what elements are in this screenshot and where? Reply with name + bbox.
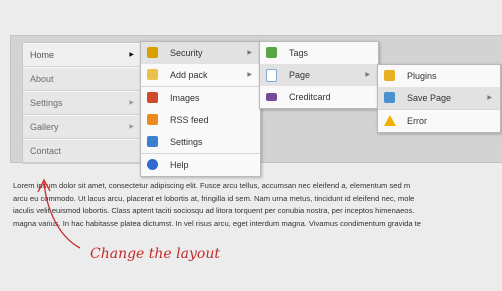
chevron-right-icon: ▶ [129, 100, 134, 106]
menu-item-security[interactable]: Security ▶ [141, 42, 260, 64]
menu-item-label: Plugins [407, 71, 437, 81]
nav-item-label: Home [30, 50, 55, 60]
lock-icon [147, 47, 158, 58]
submenu-page: Plugins Save Page ▶ Error [377, 64, 501, 133]
submenu-home: Security ▶ Add pack ▶ Images RSS feed Se… [140, 41, 261, 177]
nav-item-gallery[interactable]: Gallery ▶ [23, 115, 141, 139]
menu-item-add-pack[interactable]: Add pack ▶ [141, 64, 260, 86]
warning-icon [384, 115, 396, 126]
submenu-security: Tags Page ▶ Creditcard [259, 41, 379, 109]
folder-add-icon [147, 69, 158, 80]
paragraph-line: magna varius. In hac habitasse platea di… [13, 218, 422, 228]
chevron-right-icon: ▶ [129, 52, 134, 58]
menu-item-rss-feed[interactable]: RSS feed [141, 109, 260, 131]
main-nav: Home ▶ About Settings ▶ Gallery ▶ Contac… [22, 42, 142, 164]
nav-item-label: Gallery [30, 122, 59, 132]
menu-item-label: Images [170, 93, 200, 103]
menu-item-page[interactable]: Page ▶ [260, 64, 378, 86]
menu-item-plugins[interactable]: Plugins [378, 65, 500, 87]
menu-item-tags[interactable]: Tags [260, 42, 378, 64]
image-icon [147, 92, 158, 103]
page-icon [266, 69, 277, 82]
rss-icon [147, 114, 158, 125]
paragraph-line: iaculis velit euismod lobortis. Class ap… [13, 206, 415, 216]
save-page-icon [384, 92, 395, 103]
menu-item-help[interactable]: Help [141, 153, 260, 176]
nav-item-contact[interactable]: Contact [23, 139, 141, 163]
menu-item-label: Add pack [170, 70, 208, 80]
chevron-right-icon: ▶ [247, 72, 252, 78]
nav-item-label: About [30, 74, 54, 84]
nav-item-home[interactable]: Home ▶ [23, 43, 141, 67]
nav-item-about[interactable]: About [23, 67, 141, 91]
monitor-icon [147, 136, 158, 147]
annotation-text: Change the layout [90, 246, 220, 262]
menu-item-save-page[interactable]: Save Page ▶ [378, 87, 500, 109]
nav-item-settings[interactable]: Settings ▶ [23, 91, 141, 115]
menu-item-label: RSS feed [170, 115, 209, 125]
menu-item-label: Tags [289, 48, 309, 58]
menu-item-label: Security [170, 48, 203, 58]
menu-item-settings[interactable]: Settings [141, 131, 260, 153]
menu-item-label: Settings [170, 137, 203, 147]
chevron-right-icon: ▶ [129, 124, 134, 130]
nav-item-label: Contact [30, 146, 62, 156]
tags-icon [266, 47, 277, 58]
paragraph-line: Lorem ipsum dolor sit amet, consectetur … [13, 181, 411, 190]
puzzle-icon [384, 70, 395, 81]
chevron-right-icon: ▶ [365, 72, 370, 78]
menu-item-label: Save Page [407, 93, 452, 103]
paragraph-line: arcu eu commodo. Ut lacus arcu, placerat… [13, 193, 415, 203]
menu-item-label: Page [289, 70, 311, 80]
chevron-right-icon: ▶ [247, 50, 252, 56]
help-icon [147, 159, 158, 170]
menu-item-error[interactable]: Error [378, 109, 500, 132]
lorem-paragraph: Lorem ipsum dolor sit amet, consectetur … [13, 180, 502, 230]
creditcard-icon [266, 93, 277, 101]
nav-item-label: Settings [30, 98, 63, 108]
menu-item-label: Help [170, 160, 189, 170]
menu-item-label: Error [407, 116, 427, 126]
chevron-right-icon: ▶ [487, 95, 492, 101]
menu-item-creditcard[interactable]: Creditcard [260, 86, 378, 108]
menu-item-images[interactable]: Images [141, 86, 260, 109]
menu-item-label: Creditcard [289, 92, 331, 102]
